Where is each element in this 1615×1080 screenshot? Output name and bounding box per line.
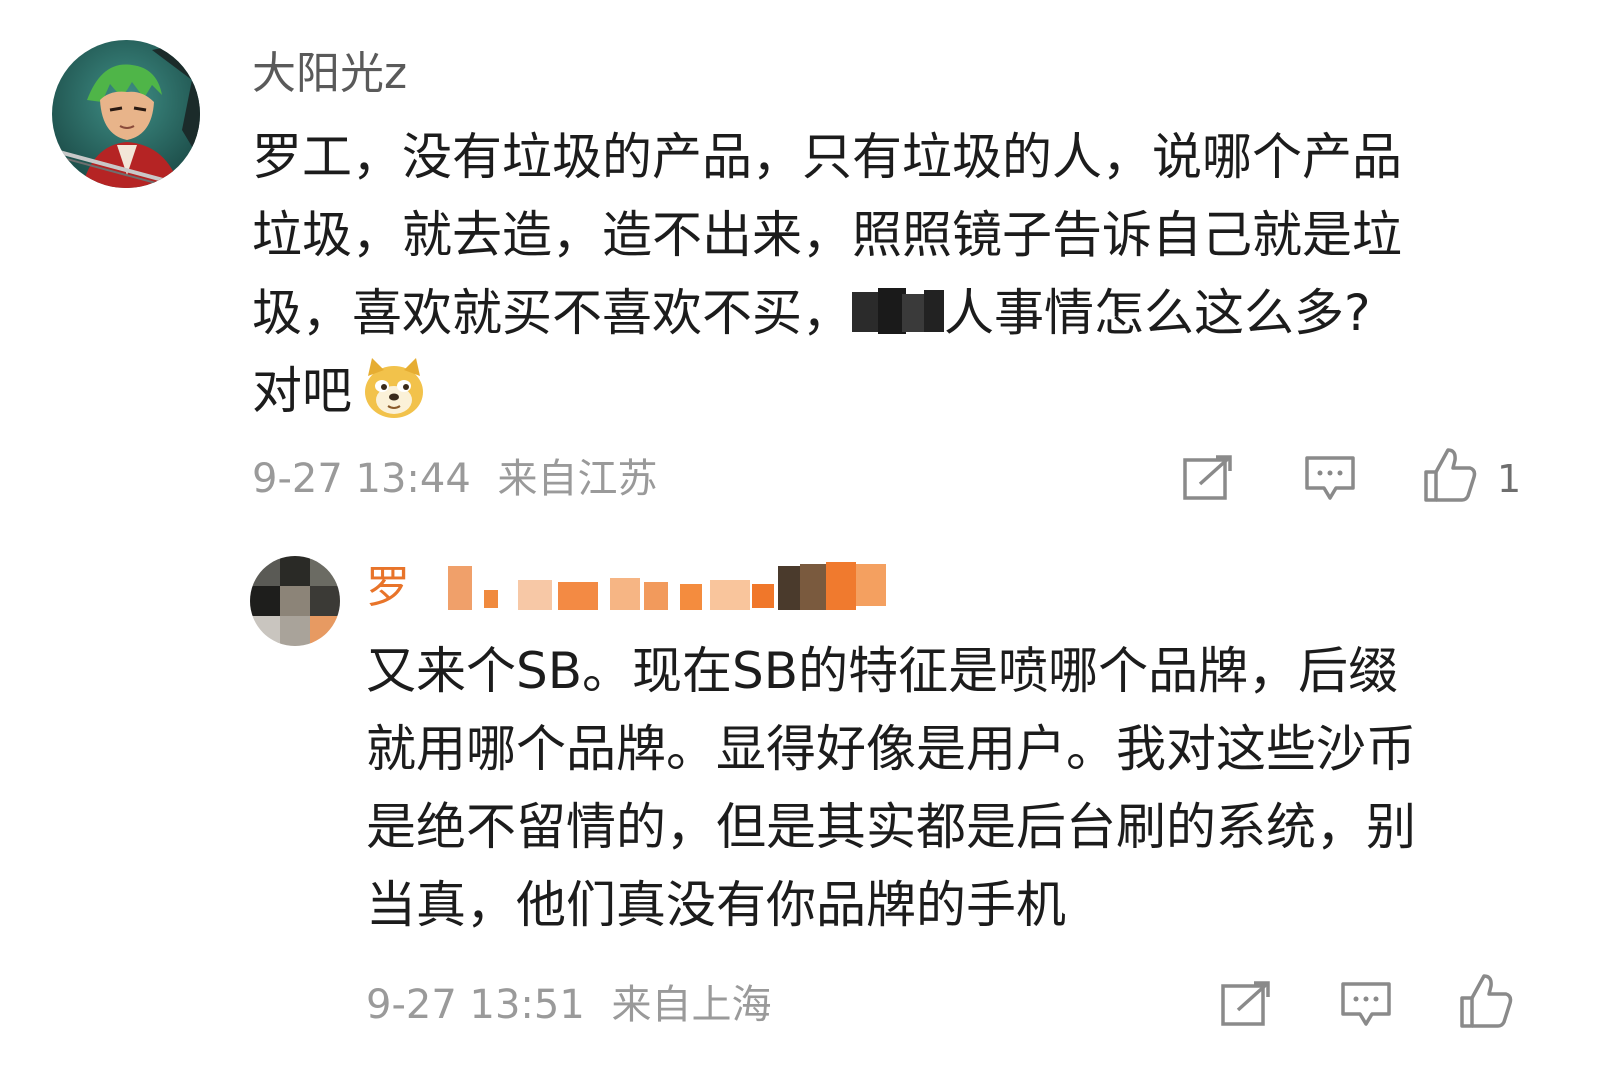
comment-line: 圾，喜欢就买不喜欢不买， 人事情怎么这么多? (252, 274, 1492, 352)
redacted-text (852, 280, 944, 334)
reply-avatar[interactable] (250, 556, 340, 646)
like-icon[interactable] (1458, 972, 1514, 1034)
comment-thread: 大阳光z 罗工，没有垃圾的产品，只有垃圾的人，说哪个产品 垃圾，就去造，造不出来… (0, 0, 1615, 1080)
repost-icon[interactable] (1182, 454, 1234, 506)
comment-line-text: 圾，喜欢就买不喜欢不买， (252, 284, 852, 342)
comment-body: 罗工，没有垃圾的产品，只有垃圾的人，说哪个产品 垃圾，就去造，造不出来，照照镜子… (252, 118, 1492, 430)
comment-meta: 9-27 13:44 来自江苏 (252, 450, 658, 508)
like-count: 1 (1497, 457, 1522, 501)
reply-meta: 9-27 13:51 来自上海 (366, 976, 772, 1034)
comment-username[interactable]: 大阳光z (252, 44, 407, 104)
avatar[interactable] (52, 40, 200, 188)
reply-line: 就用哪个品牌。显得好像是用户。我对这些沙币 (366, 720, 1416, 778)
comment-icon[interactable] (1340, 980, 1392, 1034)
location: 来自上海 (611, 982, 772, 1028)
reply-body: 又来个SB。现在SB的特征是喷哪个品牌，后缀 就用哪个品牌。显得好像是用户。我对… (366, 632, 1506, 944)
like-icon[interactable] (1422, 446, 1478, 508)
comment-line: 罗工，没有垃圾的产品，只有垃圾的人，说哪个产品 (252, 128, 1402, 186)
timestamp: 9-27 13:51 (366, 982, 585, 1028)
comment-line: 垃圾，就去造，造不出来，照照镜子告诉自己就是垃 (252, 206, 1402, 264)
comment-line: 对吧 (252, 352, 1492, 430)
redacted-username (448, 560, 898, 622)
reply-username[interactable]: 罗 (366, 558, 410, 618)
repost-icon[interactable] (1220, 980, 1272, 1032)
comment-line-text: 人事情怎么这么多? (944, 284, 1371, 342)
comment-icon[interactable] (1304, 454, 1356, 508)
timestamp: 9-27 13:44 (252, 456, 471, 502)
reply-line: 是绝不留情的，但是其实都是后台刷的系统，别 (366, 798, 1416, 856)
reply-line: 当真，他们真没有你品牌的手机 (366, 876, 1066, 934)
reply-line: 又来个SB。现在SB的特征是喷哪个品牌，后缀 (366, 642, 1399, 700)
comment-line-text: 对吧 (252, 362, 352, 420)
doge-emoji (362, 356, 426, 442)
location: 来自江苏 (497, 456, 658, 502)
